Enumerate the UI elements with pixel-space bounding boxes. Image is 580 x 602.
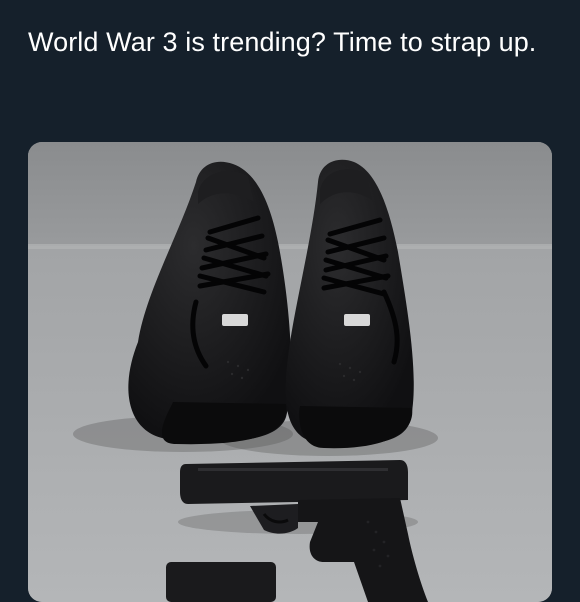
tweet-text: World War 3 is trending? Time to strap u… [28,27,537,57]
magazine-icon [166,562,276,602]
tweet-media-photo[interactable] [28,142,552,602]
wall-background [28,142,552,250]
